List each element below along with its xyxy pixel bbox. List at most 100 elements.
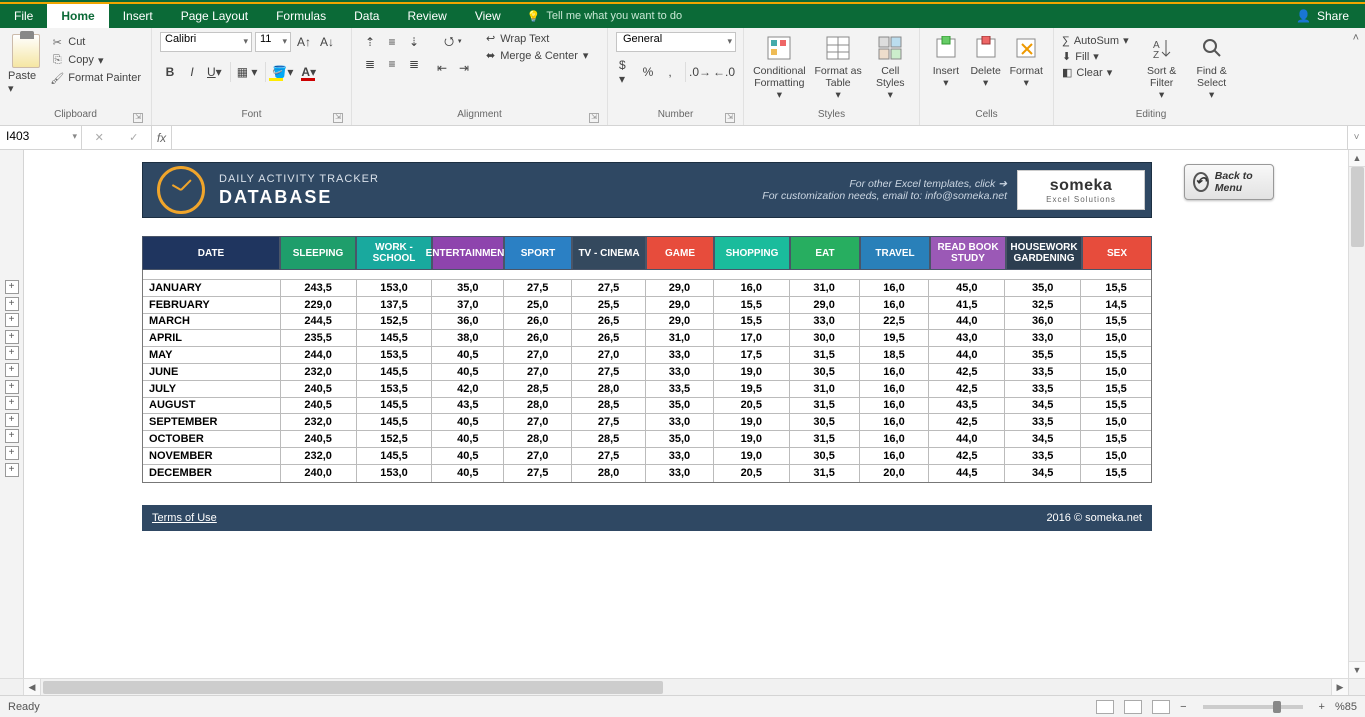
- table-row[interactable]: MARCH244,5152,536,026,026,529,015,533,02…: [143, 314, 1151, 331]
- value-cell[interactable]: 33,0: [646, 347, 714, 363]
- value-cell[interactable]: 16,0: [860, 381, 930, 397]
- cut-button[interactable]: ✂Cut: [48, 34, 143, 50]
- value-cell[interactable]: 15,5: [1081, 314, 1151, 330]
- value-cell[interactable]: 44,0: [929, 314, 1005, 330]
- tab-formulas[interactable]: Formulas: [262, 4, 340, 28]
- value-cell[interactable]: 28,0: [504, 398, 572, 414]
- table-row[interactable]: OCTOBER240,5152,540,528,028,535,019,031,…: [143, 431, 1151, 448]
- value-cell[interactable]: 232,0: [281, 414, 357, 430]
- value-cell[interactable]: 243,5: [281, 280, 357, 296]
- value-cell[interactable]: 27,0: [504, 364, 572, 380]
- value-cell[interactable]: 240,0: [281, 465, 357, 482]
- value-cell[interactable]: 15,5: [714, 314, 790, 330]
- conditional-formatting-button[interactable]: Conditional Formatting ▾: [752, 32, 807, 107]
- value-cell[interactable]: 27,0: [504, 414, 572, 430]
- month-cell[interactable]: JUNE: [143, 364, 281, 380]
- name-box[interactable]: I403: [0, 126, 82, 149]
- value-cell[interactable]: 19,0: [714, 414, 790, 430]
- tab-file[interactable]: File: [0, 4, 47, 28]
- value-cell[interactable]: 18,5: [860, 347, 930, 363]
- collapse-ribbon-icon[interactable]: ˄: [1353, 32, 1359, 44]
- month-cell[interactable]: JANUARY: [143, 280, 281, 296]
- month-cell[interactable]: FEBRUARY: [143, 297, 281, 313]
- value-cell[interactable]: 33,0: [790, 314, 860, 330]
- value-cell[interactable]: 16,0: [860, 414, 930, 430]
- align-left-icon[interactable]: ≣: [360, 54, 380, 74]
- align-center-icon[interactable]: ≡: [382, 54, 402, 74]
- copy-button[interactable]: ⎘Copy ▾: [48, 52, 143, 68]
- zoom-in-icon[interactable]: +: [1319, 701, 1325, 713]
- value-cell[interactable]: 30,0: [790, 330, 860, 346]
- value-cell[interactable]: 15,5: [714, 297, 790, 313]
- value-cell[interactable]: 240,5: [281, 381, 357, 397]
- cancel-formula-icon[interactable]: ✕: [95, 131, 104, 144]
- outline-expand-8[interactable]: +: [5, 396, 19, 410]
- fx-icon[interactable]: fx: [152, 126, 172, 149]
- value-cell[interactable]: 20,5: [714, 465, 790, 482]
- orientation-icon[interactable]: ⭯ ▾: [432, 32, 474, 52]
- value-cell[interactable]: 16,0: [714, 280, 790, 296]
- tab-insert[interactable]: Insert: [109, 4, 167, 28]
- table-row[interactable]: JANUARY243,5153,035,027,527,529,016,031,…: [143, 280, 1151, 297]
- number-dialog-icon[interactable]: ⇲: [725, 113, 735, 123]
- scroll-up-icon[interactable]: ▲: [1349, 150, 1365, 167]
- value-cell[interactable]: 29,0: [646, 297, 714, 313]
- value-cell[interactable]: 38,0: [432, 330, 504, 346]
- value-cell[interactable]: 40,5: [432, 431, 504, 447]
- value-cell[interactable]: 235,5: [281, 330, 357, 346]
- value-cell[interactable]: 35,0: [646, 431, 714, 447]
- table-row[interactable]: FEBRUARY229,0137,537,025,025,529,015,529…: [143, 297, 1151, 314]
- value-cell[interactable]: 42,5: [929, 364, 1005, 380]
- outline-expand-5[interactable]: +: [5, 346, 19, 360]
- value-cell[interactable]: 16,0: [860, 398, 930, 414]
- align-right-icon[interactable]: ≣: [404, 54, 424, 74]
- value-cell[interactable]: 33,0: [646, 414, 714, 430]
- format-painter-button[interactable]: 🖌Format Painter: [48, 70, 143, 86]
- outline-expand-3[interactable]: +: [5, 313, 19, 327]
- value-cell[interactable]: 31,5: [790, 465, 860, 482]
- someka-logo[interactable]: someka Excel Solutions: [1017, 170, 1145, 210]
- value-cell[interactable]: 44,0: [929, 431, 1005, 447]
- outline-expand-9[interactable]: +: [5, 413, 19, 427]
- value-cell[interactable]: 37,0: [432, 297, 504, 313]
- increase-indent-icon[interactable]: ⇥: [454, 58, 474, 78]
- font-name-select[interactable]: Calibri: [160, 32, 252, 52]
- value-cell[interactable]: 19,0: [714, 448, 790, 464]
- value-cell[interactable]: 33,0: [646, 465, 714, 482]
- format-cells-button[interactable]: Format ▾: [1008, 32, 1045, 107]
- value-cell[interactable]: 42,5: [929, 414, 1005, 430]
- table-row[interactable]: MAY244,0153,540,527,027,033,017,531,518,…: [143, 347, 1151, 364]
- value-cell[interactable]: 45,0: [929, 280, 1005, 296]
- value-cell[interactable]: 240,5: [281, 398, 357, 414]
- formula-input[interactable]: [172, 126, 1347, 149]
- value-cell[interactable]: 32,5: [1005, 297, 1081, 313]
- value-cell[interactable]: 40,5: [432, 347, 504, 363]
- align-top-icon[interactable]: ⇡: [360, 32, 380, 52]
- table-row[interactable]: SEPTEMBER232,0145,540,527,027,533,019,03…: [143, 414, 1151, 431]
- value-cell[interactable]: 31,0: [646, 330, 714, 346]
- value-cell[interactable]: 19,0: [714, 431, 790, 447]
- view-page-break-icon[interactable]: [1152, 700, 1170, 714]
- value-cell[interactable]: 15,0: [1081, 448, 1151, 464]
- currency-icon[interactable]: $ ▾: [616, 62, 636, 82]
- value-cell[interactable]: 30,5: [790, 364, 860, 380]
- value-cell[interactable]: 29,0: [646, 314, 714, 330]
- value-cell[interactable]: 33,5: [1005, 414, 1081, 430]
- cell-styles-button[interactable]: Cell Styles ▾: [869, 32, 911, 107]
- value-cell[interactable]: 26,5: [572, 330, 646, 346]
- value-cell[interactable]: 15,5: [1081, 381, 1151, 397]
- value-cell[interactable]: 27,5: [572, 448, 646, 464]
- value-cell[interactable]: 19,5: [714, 381, 790, 397]
- scroll-down-icon[interactable]: ▼: [1349, 661, 1365, 678]
- month-cell[interactable]: MAY: [143, 347, 281, 363]
- value-cell[interactable]: 40,5: [432, 448, 504, 464]
- italic-button[interactable]: I: [182, 62, 202, 82]
- value-cell[interactable]: 153,5: [357, 347, 433, 363]
- value-cell[interactable]: 35,0: [646, 398, 714, 414]
- value-cell[interactable]: 28,0: [572, 381, 646, 397]
- value-cell[interactable]: 15,0: [1081, 414, 1151, 430]
- zoom-out-icon[interactable]: −: [1180, 701, 1186, 713]
- value-cell[interactable]: 34,5: [1005, 465, 1081, 482]
- value-cell[interactable]: 35,0: [432, 280, 504, 296]
- value-cell[interactable]: 232,0: [281, 448, 357, 464]
